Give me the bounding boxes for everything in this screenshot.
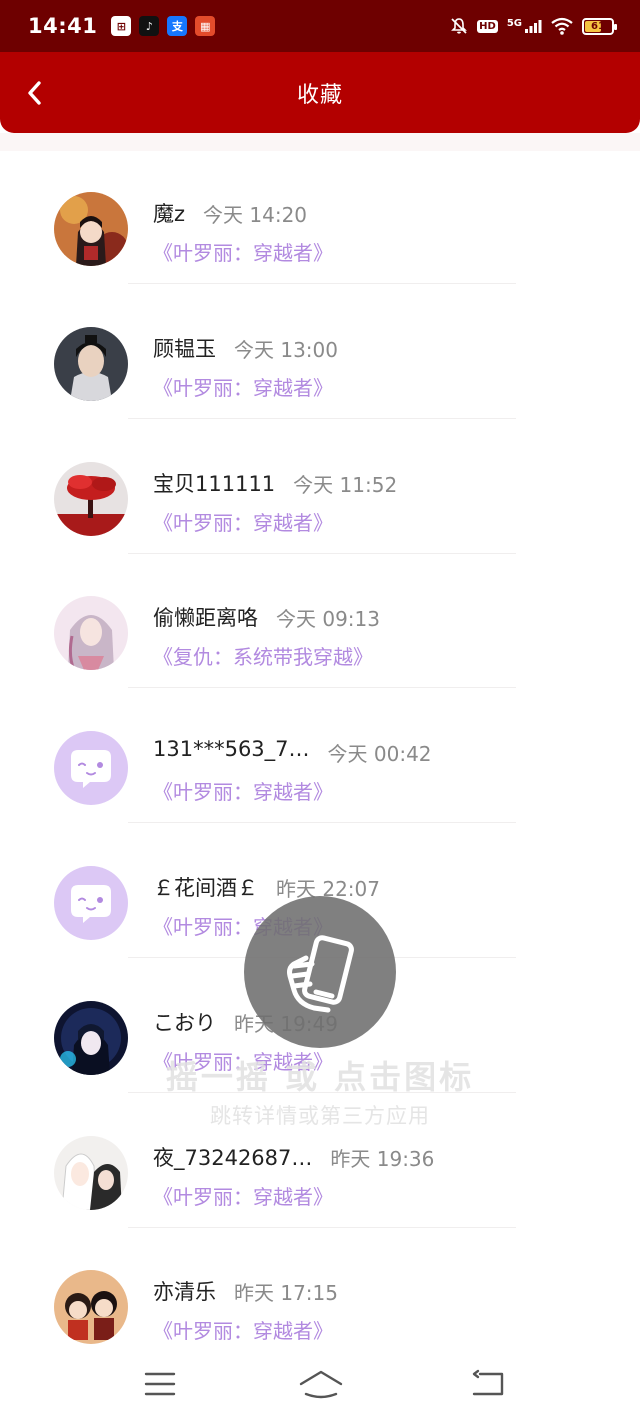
book-title-link[interactable]: 《叶罗丽：穿越者》: [153, 237, 333, 266]
list-item[interactable]: 魔z 今天 14:20 《叶罗丽：穿越者》: [0, 150, 640, 285]
status-time: 14:41: [28, 14, 98, 38]
app-header: 收藏: [0, 52, 640, 133]
book-title-link[interactable]: 《叶罗丽：穿越者》: [153, 372, 333, 401]
status-bar: 14:41 ⊞ ♪ 支 ▦ HD 5G 61: [0, 0, 640, 52]
hand-holding-phone-icon: [287, 935, 354, 1013]
user-name: 宝贝111111: [153, 471, 276, 496]
user-name: こおり: [153, 1010, 216, 1035]
avatar[interactable]: [54, 1135, 128, 1210]
favorites-list: 魔z 今天 14:20 《叶罗丽：穿越者》 顾韫玉 今天 13:00 《叶罗丽：穿越者》宝…: [0, 150, 640, 1363]
home-icon: [299, 1370, 343, 1399]
cellular-signal-icon: 5G: [507, 18, 542, 34]
bell-muted-icon: [450, 17, 468, 35]
chevron-left-icon: [28, 81, 41, 105]
user-name: 亦清乐: [153, 1280, 216, 1305]
list-item[interactable]: 顾韫玉 今天 13:00 《叶罗丽：穿越者》: [0, 285, 640, 420]
menu-button[interactable]: [142, 1368, 182, 1400]
book-title-link[interactable]: 《叶罗丽：穿越者》: [153, 1181, 333, 1210]
user-name: 131***563_7…: [153, 737, 310, 762]
book-title-link[interactable]: 《叶罗丽：穿越者》: [153, 1315, 333, 1344]
favorite-time: 今天 14:20: [203, 203, 308, 227]
list-item[interactable]: 亦清乐 昨天 17:15 《叶罗丽：穿越者》: [0, 1228, 640, 1363]
shake-phone-button[interactable]: [244, 896, 396, 1048]
header-shadow-band: [0, 133, 640, 151]
menu-icon: [144, 1372, 176, 1396]
avatar[interactable]: [54, 731, 128, 806]
network-type: 5G: [506, 18, 522, 29]
shake-hint-subtitle: 跳转详情或第三方应用: [210, 1104, 430, 1128]
favorite-time: 昨天 17:15: [234, 1281, 338, 1306]
back-nav-button[interactable]: [470, 1368, 510, 1400]
list-item[interactable]: 131***563_7… 今天 00:42 《叶罗丽：穿越者》: [0, 689, 640, 824]
favorite-time: 今天 00:42: [327, 742, 432, 767]
back-arrow-icon: [472, 1369, 504, 1396]
list-item[interactable]: 偷懒距离咯 今天 09:13 《复仇：系统带我穿越》: [0, 554, 640, 689]
favorite-time: 今天 11:52: [293, 472, 398, 497]
book-title-link[interactable]: 《叶罗丽：穿越者》: [153, 776, 333, 805]
tasks-app-icon: ⊞: [111, 16, 132, 36]
page-title: 收藏: [296, 82, 343, 108]
avatar[interactable]: [54, 326, 128, 401]
user-name: 偷懒距离咯: [153, 606, 258, 631]
shop-app-icon: ▦: [195, 16, 216, 36]
avatar[interactable]: [54, 461, 128, 536]
battery-level: 61: [591, 20, 605, 32]
alipay-app-icon: 支: [167, 16, 188, 36]
user-name: 顾韫玉: [153, 336, 216, 361]
user-name: 魔z: [153, 202, 186, 226]
avatar[interactable]: [54, 1270, 128, 1345]
battery-icon: 61: [582, 17, 617, 35]
user-name: ￡花间酒￡: [153, 875, 258, 900]
status-app-icons: ⊞ ♪ 支 ▦: [111, 16, 216, 36]
home-button[interactable]: [298, 1368, 344, 1400]
back-button[interactable]: [18, 76, 52, 110]
favorite-time: 今天 13:00: [234, 337, 338, 362]
shake-hint-title: 摇一摇 或 点击图标: [165, 1058, 475, 1096]
tiktok-app-icon: ♪: [139, 16, 160, 36]
user-name: 夜_73242687…: [153, 1145, 313, 1170]
hd-badge: HD: [477, 19, 498, 33]
avatar[interactable]: [54, 865, 128, 940]
favorite-time: 昨天 19:36: [330, 1146, 435, 1171]
list-item[interactable]: 宝贝111111 今天 11:52 《叶罗丽：穿越者》: [0, 420, 640, 555]
book-title-link[interactable]: 《复仇：系统带我穿越》: [153, 641, 373, 670]
system-nav-bar: [0, 1352, 640, 1422]
favorite-time: 今天 09:13: [276, 607, 380, 632]
avatar[interactable]: [54, 192, 128, 266]
book-title-link[interactable]: 《叶罗丽：穿越者》: [153, 507, 333, 536]
wifi-icon: [551, 17, 573, 35]
status-indicators: HD 5G 61: [450, 17, 617, 35]
avatar[interactable]: [54, 596, 128, 671]
